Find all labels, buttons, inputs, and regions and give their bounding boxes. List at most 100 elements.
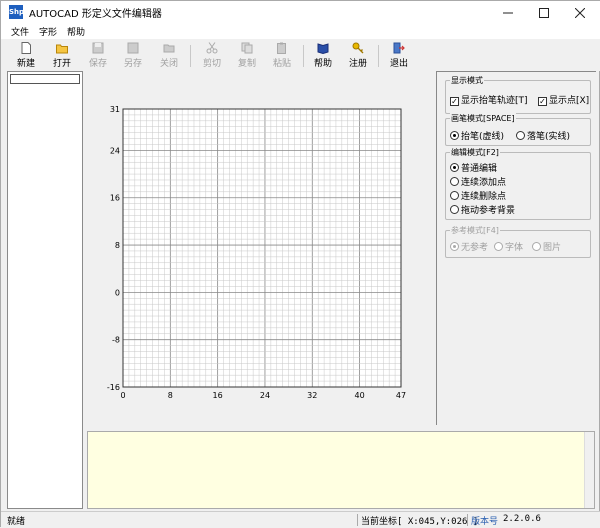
save-as-icon <box>127 42 139 54</box>
pen-down-label: 落笔(实线) <box>527 132 571 142</box>
menu-file[interactable]: 文件 <box>11 25 29 38</box>
pen-mode-group: 画笔模式[SPACE] 抬笔(虚线) 落笔(实线) <box>445 113 591 146</box>
radio-selected-icon <box>450 242 459 251</box>
radio-unselected-icon <box>494 242 503 251</box>
close-icon <box>574 7 586 18</box>
exit-label: 退出 <box>389 59 408 69</box>
save-as-button[interactable]: 另存 <box>118 41 148 69</box>
glyph-list-selection[interactable] <box>10 74 80 84</box>
checkbox-checked-icon: ✓ <box>450 97 459 106</box>
minimize-button[interactable] <box>491 1 525 23</box>
help-button[interactable]: 帮助 <box>308 41 338 69</box>
y-tick-label: 31 <box>110 105 120 114</box>
copy-button[interactable]: 复制 <box>232 41 262 69</box>
status-bar: 就绪 当前坐标[ X:045,Y:026 ] 版本号 2.2.0.6 <box>1 511 600 528</box>
close-file-label: 关闭 <box>159 59 178 69</box>
toolbar-separator <box>190 45 191 67</box>
toolbar: 新建 打开 保存 另存 关闭 剪切 复制 粘贴 帮助 注册 退出 <box>1 39 600 71</box>
save-icon <box>92 42 104 54</box>
glyph-grid[interactable]: 0 8 16 24 32 40 47 31 24 16 8 0 -8 -16 <box>85 71 435 425</box>
show-points-label: 显示点[X] <box>549 96 590 106</box>
exit-button[interactable]: 退出 <box>384 41 414 69</box>
cut-button[interactable]: 剪切 <box>197 41 227 69</box>
y-tick-label: 0 <box>115 288 120 297</box>
close-file-button[interactable]: 关闭 <box>154 41 184 69</box>
image-ref-radio[interactable]: 图片 <box>532 240 561 253</box>
radio-selected-icon <box>450 163 459 172</box>
show-pen-trace-checkbox[interactable]: ✓ 显示抬笔轨迹[T] <box>450 93 528 106</box>
radio-selected-icon <box>450 131 459 140</box>
paste-button[interactable]: 粘贴 <box>267 41 297 69</box>
pen-down-radio[interactable]: 落笔(实线) <box>516 129 570 142</box>
new-button[interactable]: 新建 <box>11 41 41 69</box>
x-tick-label: 24 <box>260 391 270 400</box>
image-ref-label: 图片 <box>543 243 562 253</box>
options-panel: 显示模式 ✓ 显示抬笔轨迹[T] ✓ 显示点[X] 画笔模式[SPACE] 抬笔(虚… <box>436 71 596 425</box>
show-points-checkbox[interactable]: ✓ 显示点[X] <box>538 93 589 106</box>
close-file-icon <box>163 44 175 53</box>
ref-mode-group: 参考模式[F4] 无参考 字体 图片 <box>445 225 591 258</box>
display-mode-title: 显示模式 <box>450 75 484 86</box>
help-book-icon <box>317 43 329 54</box>
register-label: 注册 <box>348 59 367 69</box>
normal-edit-label: 普通编辑 <box>461 164 498 174</box>
x-tick-label: 40 <box>355 391 365 400</box>
cut-label: 剪切 <box>202 59 221 69</box>
maximize-icon <box>539 7 549 18</box>
add-points-label: 连续添加点 <box>461 178 507 188</box>
ref-mode-title: 参考模式[F4] <box>450 225 500 236</box>
maximize-button[interactable] <box>527 1 561 23</box>
toolbar-separator <box>303 45 304 67</box>
menu-bar: 文件 字形 帮助 <box>1 23 600 39</box>
plot-area: 0 8 16 24 32 40 47 31 24 16 8 0 -8 -16 <box>85 71 435 425</box>
menu-glyph[interactable]: 字形 <box>39 25 57 38</box>
open-button[interactable]: 打开 <box>47 41 77 69</box>
y-tick-label: -16 <box>107 383 120 392</box>
window-title: AUTOCAD 形定义文件编辑器 <box>29 9 162 20</box>
checkbox-checked-icon: ✓ <box>538 97 547 106</box>
delete-points-radio[interactable]: 连续删除点 <box>450 189 506 202</box>
x-tick-label: 32 <box>307 391 317 400</box>
radio-unselected-icon <box>450 205 459 214</box>
status-separator <box>357 514 358 526</box>
output-console[interactable] <box>87 431 595 509</box>
save-button[interactable]: 保存 <box>83 41 113 69</box>
save-label: 保存 <box>88 59 107 69</box>
exit-door-icon <box>393 42 405 54</box>
edit-mode-group: 编辑模式[F2] 普通编辑 连续添加点 连续删除点 拖动参考背景 <box>445 147 591 220</box>
open-label: 打开 <box>52 59 71 69</box>
console-scrollbar[interactable] <box>584 432 594 508</box>
normal-edit-radio[interactable]: 普通编辑 <box>450 161 497 174</box>
open-folder-icon <box>56 44 68 54</box>
edit-mode-title: 编辑模式[F2] <box>450 147 500 158</box>
radio-unselected-icon <box>450 177 459 186</box>
radio-unselected-icon <box>532 242 541 251</box>
y-tick-label: -8 <box>112 336 120 345</box>
radio-unselected-icon <box>516 131 525 140</box>
copy-label: 复制 <box>237 59 256 69</box>
close-button[interactable] <box>563 1 597 23</box>
no-ref-label: 无参考 <box>461 243 489 253</box>
y-tick-label: 16 <box>110 194 120 203</box>
status-version: 2.2.0.6 <box>503 514 541 524</box>
pen-up-radio[interactable]: 抬笔(虚线) <box>450 129 504 142</box>
font-ref-label: 字体 <box>505 243 524 253</box>
x-tick-label: 0 <box>120 391 125 400</box>
y-tick-label: 24 <box>110 146 120 155</box>
save-as-label: 另存 <box>123 59 142 69</box>
new-label: 新建 <box>16 59 35 69</box>
delete-points-label: 连续删除点 <box>461 192 507 202</box>
help-label: 帮助 <box>313 59 332 69</box>
status-version-label: 版本号 <box>471 517 499 527</box>
drag-background-radio[interactable]: 拖动参考背景 <box>450 203 515 216</box>
add-points-radio[interactable]: 连续添加点 <box>450 175 506 188</box>
new-file-icon <box>21 42 31 54</box>
scissors-icon <box>206 42 218 54</box>
no-ref-radio[interactable]: 无参考 <box>450 240 488 253</box>
menu-help[interactable]: 帮助 <box>67 25 85 38</box>
x-tick-label: 47 <box>396 391 406 400</box>
font-ref-radio[interactable]: 字体 <box>494 240 523 253</box>
register-button[interactable]: 注册 <box>343 41 373 69</box>
y-tick-label: 8 <box>115 241 120 250</box>
glyph-list[interactable] <box>7 71 83 509</box>
